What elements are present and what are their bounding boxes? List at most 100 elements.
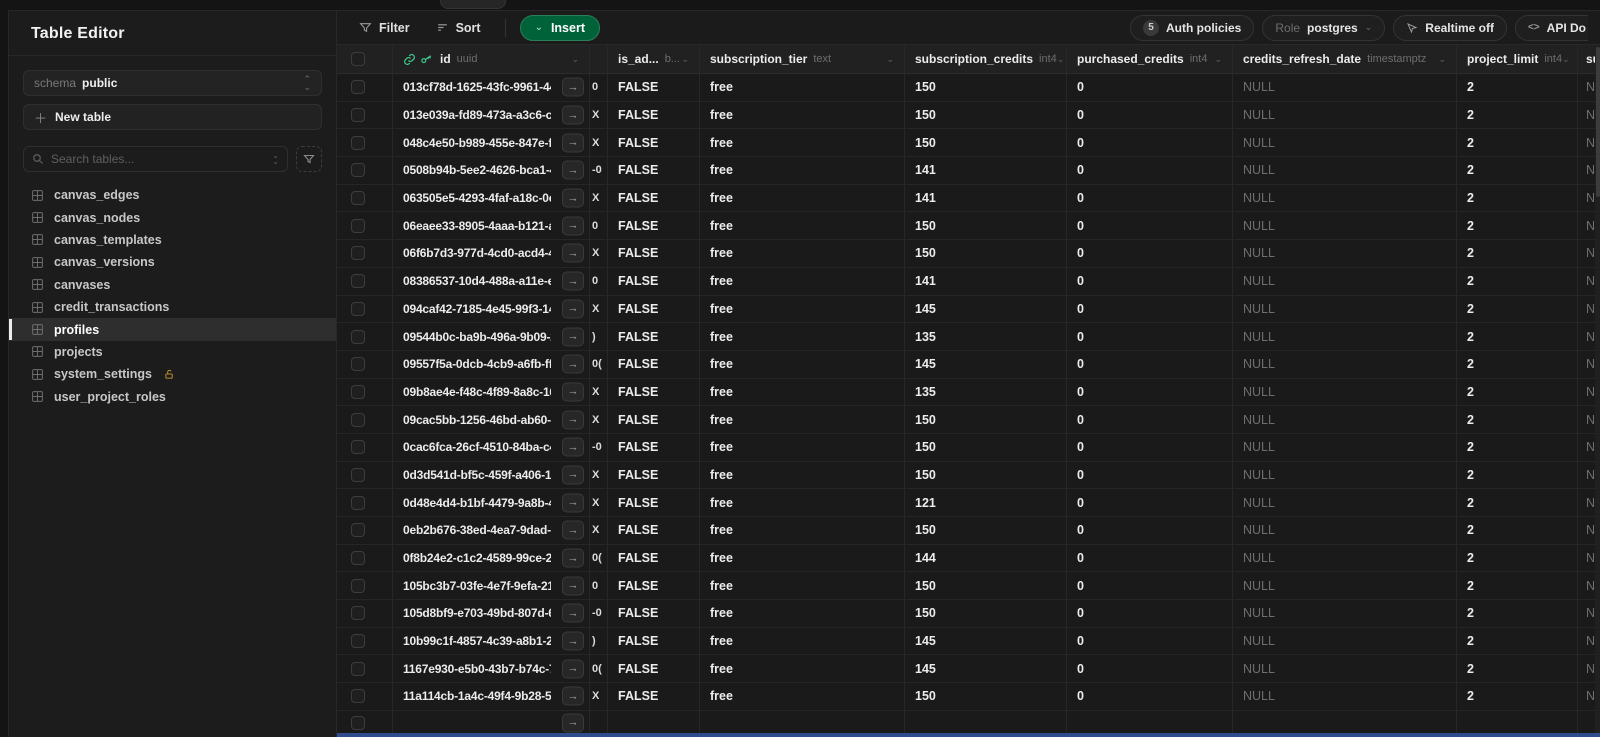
sidebar-item-canvas_edges[interactable]: canvas_edges: [9, 184, 336, 206]
cell-is-admin[interactable]: FALSE: [608, 378, 700, 406]
cell-subscription-credits[interactable]: 150: [905, 683, 1067, 710]
cell-id[interactable]: 048c4e50-b989-455e-847e-fb2f... →: [393, 129, 590, 157]
cell-truncated[interactable]: X: [590, 295, 608, 323]
expand-row-button[interactable]: →: [562, 271, 584, 291]
cell-truncated[interactable]: X: [590, 129, 608, 157]
cell-subscription-tier[interactable]: free: [700, 433, 905, 461]
cell-project-limit[interactable]: 2: [1457, 378, 1578, 406]
cell-truncated[interactable]: -0: [590, 600, 608, 627]
table-row[interactable]: 013e039a-fd89-473a-a3c6-ccfa9... → X FAL…: [337, 101, 1600, 130]
column-header-id[interactable]: id uuid ⌄: [393, 45, 590, 73]
row-checkbox[interactable]: [351, 384, 365, 399]
cell-subscription-credits[interactable]: 144: [905, 544, 1067, 572]
row-checkbox[interactable]: [351, 412, 365, 427]
cell-project-limit[interactable]: 2: [1457, 461, 1578, 489]
cell-credits-refresh-date[interactable]: NULL: [1233, 544, 1457, 572]
cell-purchased-credits[interactable]: 0: [1067, 378, 1233, 406]
cell-truncated[interactable]: X: [590, 461, 608, 489]
cell-credits-refresh-date[interactable]: NULL: [1233, 406, 1457, 433]
expand-row-button[interactable]: →: [562, 77, 584, 97]
table-row[interactable]: 0cac6fca-26cf-4510-84ba-c4580... → -0 FA…: [337, 433, 1600, 462]
cell-credits-refresh-date[interactable]: NULL: [1233, 184, 1457, 212]
cell-credits-refresh-date[interactable]: NULL: [1233, 295, 1457, 323]
role-selector[interactable]: Role postgres ⌄: [1262, 14, 1386, 41]
table-row[interactable]: 0508b94b-5ee2-4626-bca1-4bca... → -0 FAL…: [337, 157, 1600, 185]
cell-subscription-tier[interactable]: free: [700, 295, 905, 323]
cell-subscription-tier[interactable]: free: [700, 378, 905, 406]
cell-id[interactable]: 09544b0c-ba9b-496a-9b09-244... →: [393, 323, 590, 350]
column-header-truncated[interactable]: [590, 45, 608, 73]
row-checkbox[interactable]: [351, 440, 365, 455]
cell-subscription-tier[interactable]: free: [700, 517, 905, 544]
sidebar-item-canvas_templates[interactable]: canvas_templates: [9, 229, 336, 251]
cell-truncated[interactable]: -0: [590, 433, 608, 461]
cell-purchased-credits[interactable]: 0: [1067, 517, 1233, 544]
cell-project-limit[interactable]: 2: [1457, 600, 1578, 627]
cell-is-admin[interactable]: FALSE: [608, 572, 700, 600]
cell-subscription-tier[interactable]: free: [700, 600, 905, 627]
expand-row-button[interactable]: →: [562, 160, 584, 180]
insert-button[interactable]: ⌄ Insert: [519, 14, 600, 41]
expand-row-button[interactable]: →: [562, 465, 584, 485]
sidebar-item-canvases[interactable]: canvases: [9, 274, 336, 296]
expand-row-button[interactable]: →: [562, 105, 584, 125]
cell-is-admin[interactable]: FALSE: [608, 184, 700, 212]
table-row[interactable]: 0d48e4d4-b1bf-4479-9a8b-4a4b... → X FALS…: [337, 489, 1600, 517]
cell-truncated[interactable]: X: [590, 517, 608, 544]
cell-subscription-credits[interactable]: 150: [905, 600, 1067, 627]
cell-project-limit[interactable]: 2: [1457, 489, 1578, 516]
row-checkbox[interactable]: [351, 218, 365, 233]
sidebar-item-credit_transactions[interactable]: credit_transactions: [9, 296, 336, 318]
cell-credits-refresh-date[interactable]: NULL: [1233, 433, 1457, 461]
expand-row-button[interactable]: →: [562, 520, 584, 540]
expand-row-button[interactable]: →: [562, 686, 584, 706]
expand-row-button[interactable]: →: [562, 576, 584, 596]
cell-truncated[interactable]: ): [590, 323, 608, 350]
cell-id[interactable]: 0d48e4d4-b1bf-4479-9a8b-4a4b... →: [393, 489, 590, 516]
cell-project-limit[interactable]: 2: [1457, 323, 1578, 350]
cell-id[interactable]: 06f6b7d3-977d-4cd0-acd4-4a78... →: [393, 240, 590, 267]
cell-purchased-credits[interactable]: 0: [1067, 544, 1233, 572]
cell-id[interactable]: 0eb2b676-38ed-4ea7-9dad-38e6... →: [393, 517, 590, 544]
cell-credits-refresh-date[interactable]: NULL: [1233, 74, 1457, 101]
cell-subscription-tier[interactable]: free: [700, 655, 905, 683]
cell-id[interactable]: 0f8b24e2-c1c2-4589-99ce-2c52d... →: [393, 544, 590, 572]
table-row[interactable]: 048c4e50-b989-455e-847e-fb2f... → X FALS…: [337, 129, 1600, 158]
cell-subscription-credits[interactable]: 150: [905, 212, 1067, 240]
cell-subscription-credits[interactable]: 150: [905, 572, 1067, 600]
cell-is-admin[interactable]: FALSE: [608, 683, 700, 710]
column-header-credits-refresh-date[interactable]: credits_refresh_date timestamptz ⌄: [1233, 45, 1457, 73]
cell-project-limit[interactable]: 2: [1457, 544, 1578, 572]
cell-id[interactable]: 0cac6fca-26cf-4510-84ba-c4580... →: [393, 433, 590, 461]
cell-is-admin[interactable]: FALSE: [608, 655, 700, 683]
expand-row-button[interactable]: →: [562, 437, 584, 457]
cell-subscription-tier[interactable]: free: [700, 101, 905, 129]
cell-is-admin[interactable]: FALSE: [608, 267, 700, 295]
row-checkbox[interactable]: [351, 689, 365, 704]
cell-project-limit[interactable]: 2: [1457, 627, 1578, 655]
cell-project-limit[interactable]: 2: [1457, 433, 1578, 461]
cell-truncated[interactable]: -0: [590, 157, 608, 184]
cell-project-limit[interactable]: 2: [1457, 74, 1578, 101]
cell-truncated[interactable]: 0: [590, 74, 608, 101]
cell-subscription-tier[interactable]: free: [700, 240, 905, 267]
cell-subscription-credits[interactable]: 145: [905, 627, 1067, 655]
cell-subscription-credits[interactable]: 150: [905, 240, 1067, 267]
cell-id[interactable]: 08386537-10d4-488a-a11e-eb5a6... →: [393, 267, 590, 295]
cell-is-admin[interactable]: FALSE: [608, 406, 700, 433]
table-row[interactable]: 013cf78d-1625-43fc-9961-442189... → 0 FA…: [337, 74, 1600, 102]
cell-id[interactable]: 1167e930-e5b0-43b7-b74c-788c9... →: [393, 655, 590, 683]
cell-is-admin[interactable]: FALSE: [608, 101, 700, 129]
table-row[interactable]: 09544b0c-ba9b-496a-9b09-244... → ) FALSE…: [337, 323, 1600, 351]
table-row[interactable]: 094caf42-7185-4e45-99f3-14abee... → X FA…: [337, 295, 1600, 324]
cell-project-limit[interactable]: 2: [1457, 295, 1578, 323]
expand-row-button[interactable]: →: [562, 188, 584, 208]
cell-credits-refresh-date[interactable]: NULL: [1233, 212, 1457, 240]
cell-is-admin[interactable]: FALSE: [608, 627, 700, 655]
expand-row-button[interactable]: →: [562, 243, 584, 263]
table-row[interactable]: 105d8bf9-e703-49bd-807d-645e... → -0 FAL…: [337, 600, 1600, 628]
cell-is-admin[interactable]: FALSE: [608, 212, 700, 240]
cell-id[interactable]: 09557f5a-0dcb-4cb9-a6fb-fff366... →: [393, 350, 590, 378]
cell-id[interactable]: 06eaee33-8905-4aaa-b121-ab552... →: [393, 212, 590, 240]
row-checkbox[interactable]: [351, 551, 365, 566]
